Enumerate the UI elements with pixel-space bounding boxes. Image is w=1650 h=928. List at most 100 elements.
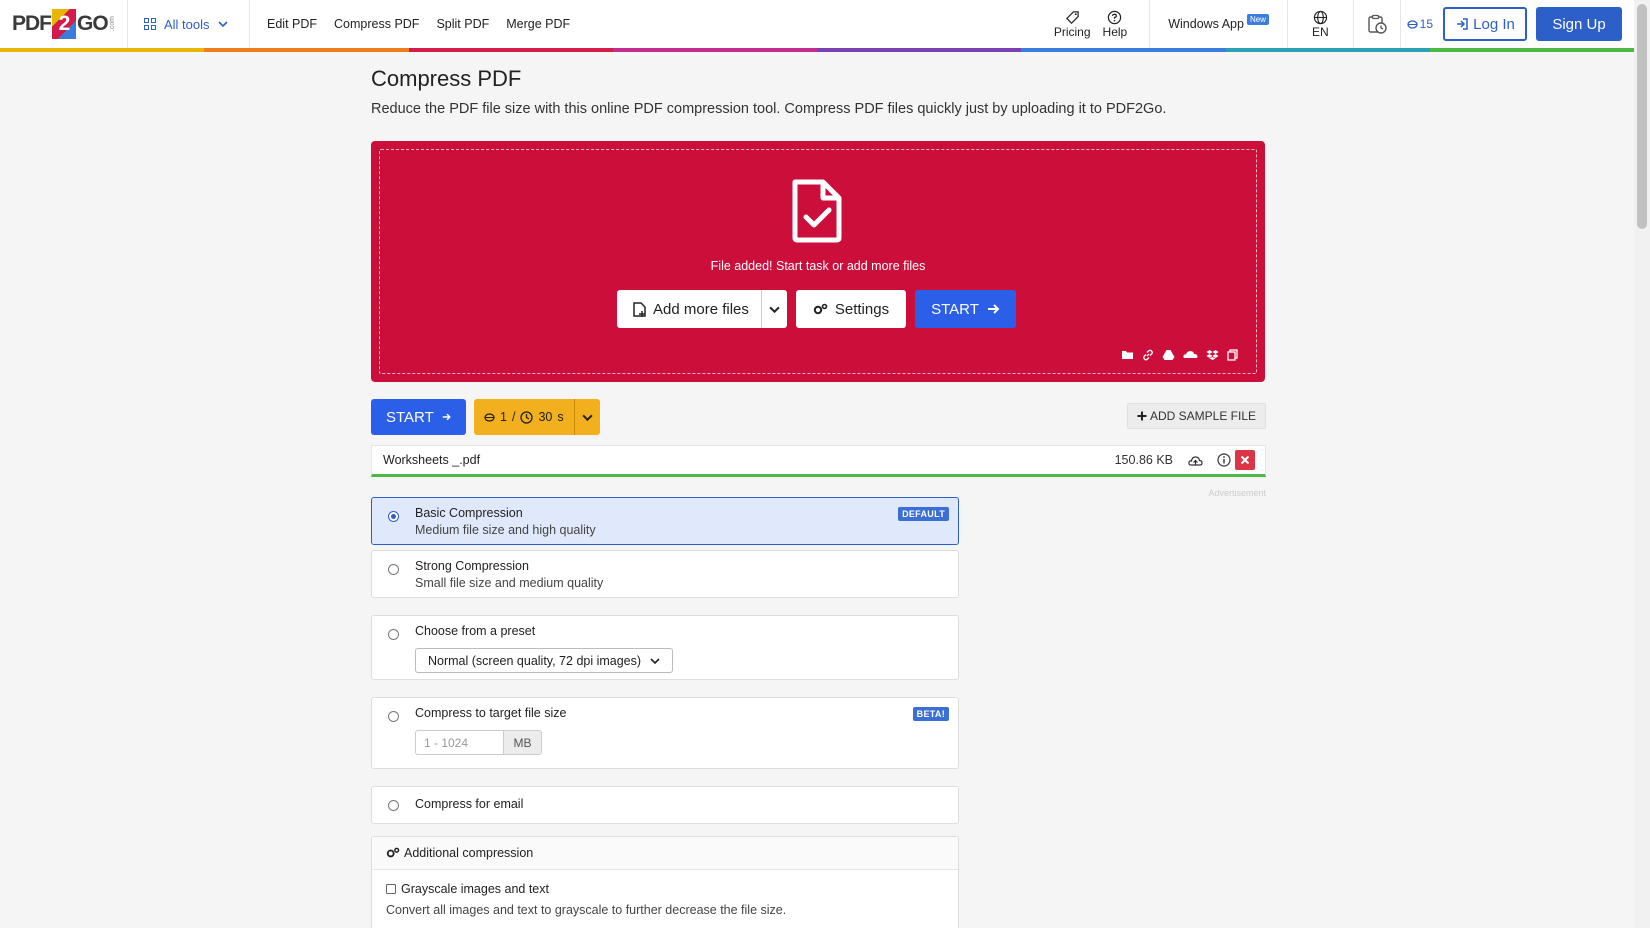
upload-source-icons [1121,349,1238,361]
coins-icon [1406,19,1418,29]
link-icon[interactable] [1142,349,1154,361]
option-basic-title: Basic Compression [415,506,523,520]
target-size-input[interactable]: 1 - 1024 [415,730,504,755]
rainbow-segment [1225,48,1430,52]
cost-indicator-button[interactable]: 1 / 30 s [474,399,600,435]
gears-icon [813,303,828,314]
google-drive-icon[interactable] [1162,349,1175,361]
language-label: EN [1311,24,1329,39]
add-more-files-button[interactable]: Add more files [617,290,787,328]
all-tools-menu[interactable]: All tools [128,0,250,48]
new-badge: New [1246,13,1269,25]
page-scrollbar[interactable] [1634,0,1650,928]
cost-dropdown-toggle[interactable] [573,399,600,435]
rainbow-segment [1429,48,1634,52]
plus-icon [1137,411,1147,421]
additional-compression-header: Additional compression [372,837,958,870]
start-button[interactable]: START [371,399,466,435]
logo-text-com: .com [108,16,116,32]
login-button[interactable]: Log In [1443,7,1527,41]
clipboard-icon[interactable] [1227,349,1238,361]
nav-edit-pdf[interactable]: Edit PDF [267,17,317,31]
pdf2go-logo[interactable]: PDF 2 GO .com [0,0,128,48]
grid-icon [144,18,156,30]
beta-badge: BETA! [912,707,949,721]
nav-merge-pdf[interactable]: Merge PDF [506,17,570,31]
dropzone-start-button[interactable]: START [915,290,1016,328]
logo-text-two: 2 [52,9,76,39]
radio-strong[interactable] [388,564,399,575]
target-size-unit: MB [504,730,542,755]
chevron-down-icon [769,306,780,313]
add-sample-file-button[interactable]: ADD SAMPLE FILE [1126,403,1266,429]
cost-separator: / [511,410,516,424]
info-icon[interactable] [1216,452,1232,468]
option-email-title: Compress for email [415,797,524,811]
scrollbar-thumb[interactable] [1637,4,1647,229]
file-dropzone[interactable]: File added! Start task or add more files… [371,141,1265,382]
all-tools-label: All tools [164,16,210,32]
preset-selected-value: Normal (screen quality, 72 dpi images) [428,653,642,668]
option-strong-compression[interactable]: Strong Compression Small file size and m… [371,550,959,598]
option-target-title: Compress to target file size [415,706,567,720]
login-label: Log In [1473,15,1515,33]
option-email[interactable]: Compress for email [371,786,959,824]
remove-file-button[interactable] [1235,450,1255,470]
add-sample-label: ADD SAMPLE FILE [1149,409,1256,423]
top-header: PDF 2 GO .com All tools Edit PDF Compress P… [0,0,1634,48]
grayscale-label: Grayscale images and text [401,882,549,896]
preset-select[interactable]: Normal (screen quality, 72 dpi images) [415,648,673,673]
chevron-down-icon [650,657,660,664]
close-icon [1240,455,1250,465]
grayscale-checkbox-row[interactable]: Grayscale images and text [386,882,944,896]
radio-target[interactable] [388,711,399,722]
clock-icon [520,410,534,424]
radio-email[interactable] [388,800,399,811]
page-subtitle: Reduce the PDF file size with this onlin… [371,101,1167,117]
rainbow-segment [1021,48,1226,52]
add-files-dropdown-toggle[interactable] [760,290,787,328]
chevron-down-icon [581,414,593,421]
option-target-size[interactable]: Compress to target file size BETA! 1 - 1… [371,697,959,769]
signup-button[interactable]: Sign Up [1536,7,1622,41]
main-nav: Edit PDF Compress PDF Split PDF Merge PD… [250,17,570,31]
grayscale-checkbox[interactable] [386,884,396,894]
arrow-right-icon [987,304,1000,314]
language-selector[interactable]: EN [1288,0,1353,48]
additional-compression-title: Additional compression [404,846,534,860]
radio-preset[interactable] [388,629,399,640]
nav-split-pdf[interactable]: Split PDF [436,17,489,31]
rainbow-segment [817,48,1022,52]
option-preset-title: Choose from a preset [415,624,536,638]
windows-app-link[interactable]: Windows App New [1150,0,1287,48]
tag-icon [1065,10,1079,24]
upload-cloud-icon[interactable] [1187,452,1203,468]
arrow-right-icon [442,413,451,421]
logo-text-go: GO [77,12,109,35]
file-row: Worksheets _.pdf 150.86 KB [371,445,1266,477]
folder-icon[interactable] [1121,349,1134,360]
pricing-link[interactable]: Pricing [1048,10,1097,39]
nav-compress-pdf[interactable]: Compress PDF [334,17,419,31]
help-link[interactable]: Help [1097,10,1134,39]
dropzone-message: File added! Start task or add more files [710,259,926,273]
signup-label: Sign Up [1552,15,1606,33]
dropbox-icon[interactable] [1206,349,1219,361]
option-basic-desc: Medium file size and high quality [415,523,596,537]
settings-button[interactable]: Settings [795,290,907,328]
chevron-down-icon [217,21,228,28]
help-label: Help [1102,24,1128,39]
credits-counter[interactable]: 15 [1401,17,1439,31]
option-preset[interactable]: Choose from a preset Normal (screen qual… [371,615,959,680]
logo-text-pdf: PDF [12,12,52,35]
onedrive-icon[interactable] [1183,349,1198,359]
gears-icon [386,847,400,858]
rainbow-segment [408,48,613,52]
option-basic-compression[interactable]: Basic Compression Medium file size and h… [371,497,959,545]
windows-app-label: Windows App [1168,17,1244,31]
history-button[interactable] [1354,0,1400,48]
add-more-files-label: Add more files [653,300,749,318]
file-check-icon [792,179,842,243]
radio-basic[interactable] [388,511,399,522]
credits-count: 15 [1419,17,1433,31]
